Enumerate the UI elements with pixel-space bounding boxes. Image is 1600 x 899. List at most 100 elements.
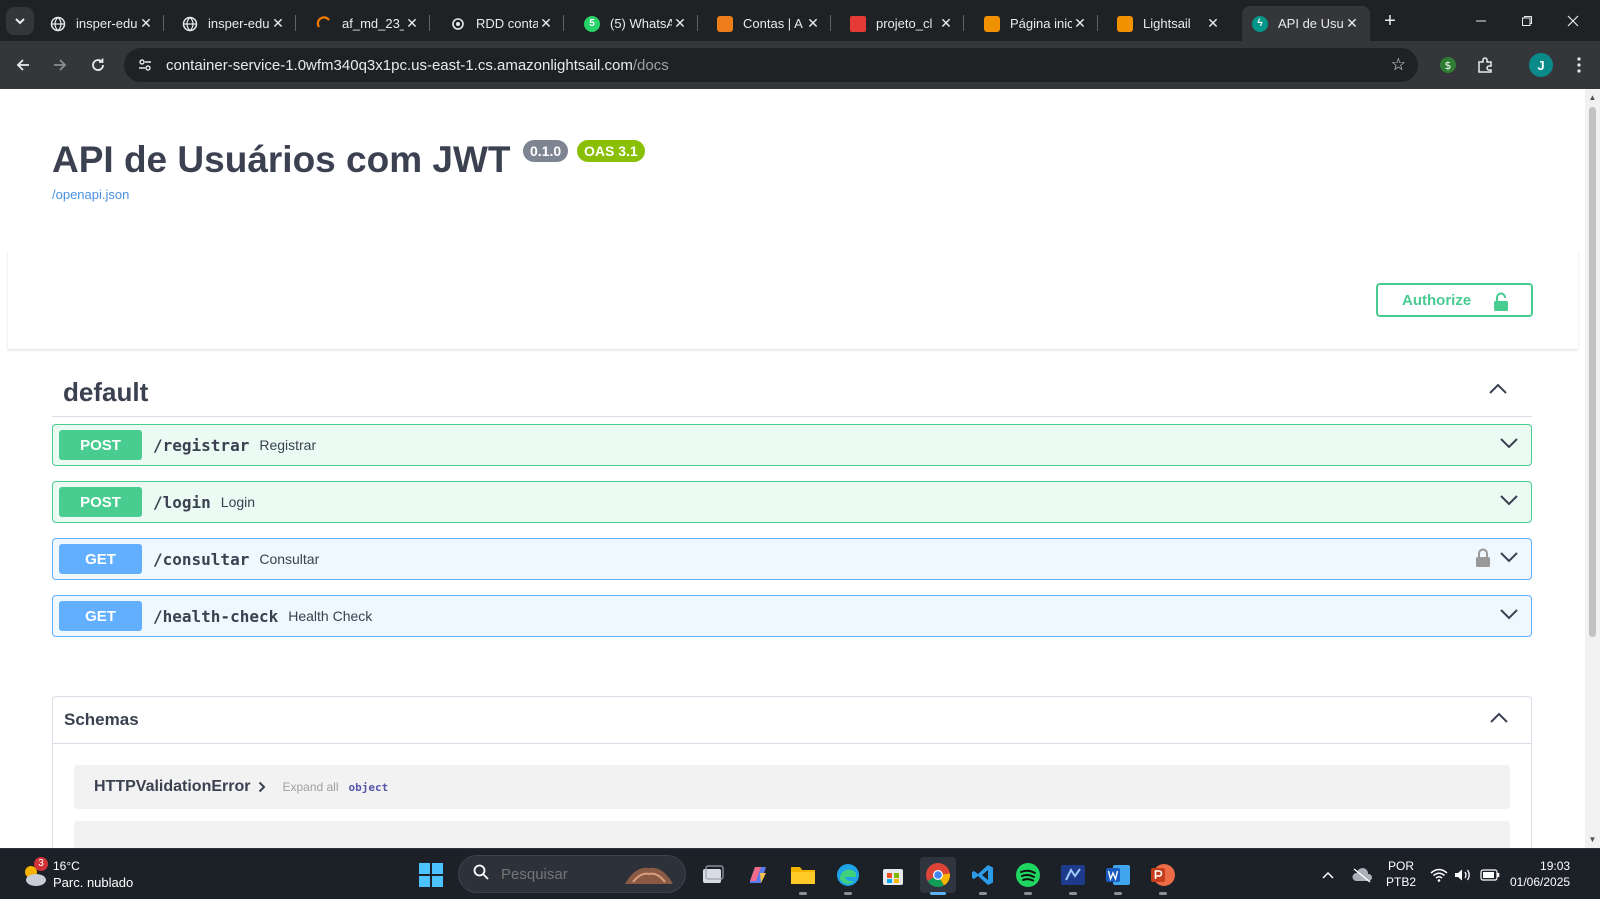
close-icon[interactable]: ✕ <box>138 15 154 32</box>
tab-title: Lightsail <box>1143 16 1191 31</box>
chevron-down-icon[interactable] <box>1499 436 1519 450</box>
method-badge: POST <box>59 487 142 517</box>
volume-icon[interactable] <box>1452 849 1474 899</box>
expand-all-link[interactable]: Expand all <box>282 780 338 794</box>
extensions-puzzle-icon[interactable] <box>1473 53 1497 77</box>
tab-title: projeto_cl <box>876 16 933 31</box>
taskbar-search[interactable] <box>458 855 686 893</box>
browser-tab[interactable]: RDD conta ✕ <box>440 6 564 41</box>
task-view-icon[interactable] <box>695 857 731 893</box>
browser-tab[interactable]: insper-edu ✕ <box>172 6 296 41</box>
microsoft-store-icon[interactable] <box>875 857 911 893</box>
scroll-thumb[interactable] <box>1589 107 1596 637</box>
operation-get-consultar[interactable]: GET /consultar Consultar <box>52 538 1532 580</box>
chevron-down-icon <box>15 18 25 25</box>
openapi-json-link[interactable]: /openapi.json <box>52 187 129 202</box>
lock-icon[interactable] <box>1475 548 1491 568</box>
back-button[interactable] <box>9 51 37 79</box>
new-tab-button[interactable]: + <box>1376 8 1404 34</box>
system-clock[interactable]: 19:03 01/06/2025 <box>1510 858 1570 890</box>
close-icon[interactable]: ✕ <box>404 15 420 32</box>
operation-get-health-check[interactable]: GET /health-check Health Check <box>52 595 1532 637</box>
browser-tab[interactable]: projeto_cl ✕ <box>840 6 964 41</box>
operation-post-registrar[interactable]: POST /registrar Registrar <box>52 424 1532 466</box>
close-icon[interactable]: ✕ <box>805 15 821 32</box>
search-highlight-icon <box>625 867 673 884</box>
chevron-up-icon[interactable] <box>1488 383 1508 395</box>
chevron-down-icon[interactable] <box>1499 607 1519 621</box>
word-icon[interactable] <box>1100 857 1136 895</box>
tab-separator <box>697 15 698 31</box>
window-close-button[interactable] <box>1550 0 1596 41</box>
browser-tab-active[interactable]: ϟ API de Usu ✕ <box>1242 6 1370 41</box>
forward-button[interactable] <box>46 51 74 79</box>
bookmark-star-icon[interactable]: ☆ <box>1391 55 1406 75</box>
close-icon[interactable]: ✕ <box>538 15 554 32</box>
tab-search-button[interactable] <box>6 7 34 35</box>
browser-tab[interactable]: Contas | A ✕ <box>707 6 831 41</box>
wifi-icon[interactable] <box>1428 849 1450 899</box>
operation-summary: Registrar <box>259 437 317 453</box>
weather-widget[interactable]: 3 16°C Parc. nublado <box>20 855 150 895</box>
windows-start-icon[interactable] <box>418 862 444 888</box>
chrome-icon[interactable] <box>920 857 956 895</box>
close-icon[interactable]: ✕ <box>672 15 688 32</box>
schema-model-row-partial[interactable] <box>74 821 1510 848</box>
minimize-button[interactable] <box>1458 0 1504 41</box>
spotify-icon[interactable] <box>1010 857 1046 895</box>
file-explorer-icon[interactable] <box>785 857 821 895</box>
language-code: POR <box>1388 859 1415 873</box>
close-icon[interactable]: ✕ <box>1072 15 1088 32</box>
extension-dollar-icon[interactable]: $ <box>1436 53 1460 77</box>
browser-tab[interactable]: Página inic ✕ <box>974 6 1098 41</box>
weather-temperature: 16°C <box>53 859 80 873</box>
tab-separator <box>163 15 164 31</box>
close-icon[interactable]: ✕ <box>1344 15 1360 32</box>
restore-button[interactable] <box>1504 0 1550 41</box>
authorize-label: Authorize <box>1402 291 1472 309</box>
tab-title: insper-edu <box>76 16 138 31</box>
chevron-up-icon[interactable] <box>1489 712 1509 724</box>
onedrive-offline-icon[interactable] <box>1348 849 1376 899</box>
remote-app-icon[interactable] <box>1055 857 1091 895</box>
restore-icon <box>1522 15 1532 26</box>
schemas-title: Schemas <box>64 710 139 729</box>
authorize-button[interactable]: Authorize <box>1376 283 1533 317</box>
operation-path: /consultar <box>153 549 250 569</box>
site-info-icon[interactable] <box>136 56 154 74</box>
chevron-down-icon[interactable] <box>1499 493 1519 507</box>
edge-icon[interactable] <box>830 857 866 895</box>
vscode-icon[interactable] <box>965 857 1001 895</box>
keyboard-language[interactable]: POR PTB2 <box>1386 858 1416 890</box>
clock-date: 01/06/2025 <box>1510 875 1571 889</box>
chevron-up-icon[interactable] <box>1316 849 1340 899</box>
close-icon[interactable]: ✕ <box>938 15 954 32</box>
copilot-icon[interactable] <box>740 857 776 893</box>
scroll-up-icon[interactable]: ▲ <box>1588 93 1597 102</box>
powerpoint-icon[interactable] <box>1145 857 1181 895</box>
chevron-down-icon[interactable] <box>1499 550 1519 564</box>
reload-button[interactable] <box>84 51 112 79</box>
scroll-down-icon[interactable]: ▼ <box>1588 835 1597 844</box>
tag-section-header[interactable]: default <box>52 369 1532 417</box>
address-bar[interactable]: container-service-1.0wfm340q3x1pc.us-eas… <box>124 48 1418 82</box>
close-icon[interactable]: ✕ <box>1205 15 1221 32</box>
browser-tab[interactable]: 5 (5) WhatsA ✕ <box>574 6 698 41</box>
tab-separator <box>963 15 964 31</box>
chevron-right-icon[interactable] <box>258 781 266 793</box>
browser-menu-icon[interactable] <box>1567 53 1591 77</box>
battery-icon[interactable] <box>1478 849 1502 899</box>
operation-post-login[interactable]: POST /login Login <box>52 481 1532 523</box>
schemas-header[interactable]: Schemas <box>53 697 1531 744</box>
close-icon[interactable]: ✕ <box>270 15 286 32</box>
running-indicator <box>1159 892 1167 895</box>
browser-tab[interactable]: insper-edu ✕ <box>40 6 164 41</box>
browser-tab[interactable]: Lightsail ✕ <box>1107 6 1231 41</box>
browser-tab[interactable]: af_md_23_ ✕ <box>306 6 430 41</box>
schema-model-row[interactable]: HTTPValidationError Expand all object <box>74 765 1510 809</box>
profile-avatar[interactable]: J <box>1529 53 1553 77</box>
version-badge: 0.1.0 <box>523 140 569 162</box>
taskbar-search-input[interactable] <box>501 865 621 883</box>
globe-icon <box>50 16 66 32</box>
page-scrollbar[interactable]: ▲ ▼ <box>1585 89 1600 848</box>
